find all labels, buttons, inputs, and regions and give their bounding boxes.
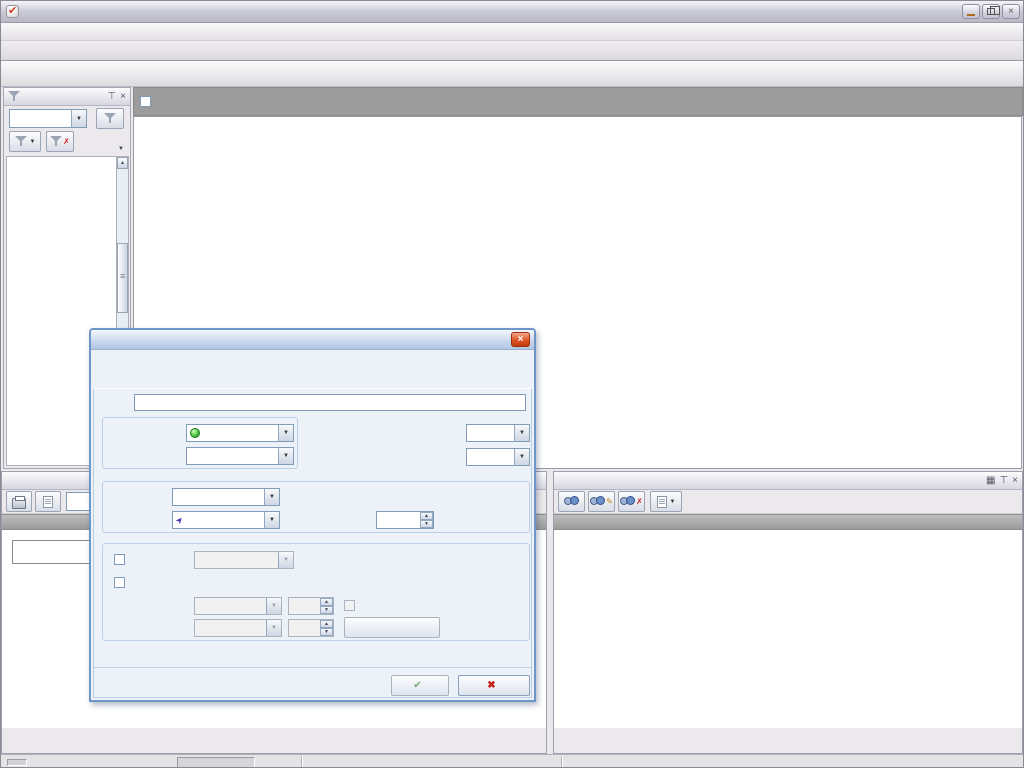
- scrollbar-thumb[interactable]: [117, 243, 128, 313]
- view-tabs: [1, 41, 1024, 61]
- task-group-combobox[interactable]: ▼: [186, 447, 294, 465]
- window-mode-icon[interactable]: ▦: [986, 475, 995, 486]
- resource-task-caption: [554, 514, 1022, 530]
- minimize-button[interactable]: [962, 4, 980, 19]
- all-day-checkbox[interactable]: [344, 600, 355, 611]
- task-name-input[interactable]: [134, 394, 526, 411]
- status-bar: [1, 754, 1024, 768]
- print-preview-button[interactable]: [35, 491, 61, 512]
- complete-spinner[interactable]: ▲▼: [376, 511, 434, 529]
- main-toolbar: [1, 61, 1024, 87]
- edit-resource-button[interactable]: ✎: [588, 491, 615, 512]
- chevron-down-icon[interactable]: ▼: [71, 110, 86, 127]
- actual-time-combobox[interactable]: ▼: [466, 448, 530, 466]
- more-filters-icon[interactable]: ▼: [118, 146, 124, 152]
- cancel-button[interactable]: ✖: [458, 675, 530, 696]
- resource-assignment-panel: ▦ ⊤ × ✎ ✗ ▼: [553, 471, 1023, 754]
- workflow-combobox[interactable]: ▼: [172, 488, 280, 506]
- scroll-up-icon[interactable]: ▲: [117, 157, 128, 169]
- remove-resource-button[interactable]: ✗: [618, 491, 645, 512]
- finish-time-spinner[interactable]: ▲▼: [288, 619, 334, 637]
- due-date-checkbox[interactable]: [114, 554, 125, 565]
- list-icon: [657, 496, 667, 508]
- apply-filter-button[interactable]: [96, 108, 124, 129]
- dialog-title-bar: ×: [91, 330, 534, 350]
- datetime-checkbox[interactable]: [114, 577, 125, 588]
- current-filter-checkbox[interactable]: [140, 96, 151, 107]
- dialog-close-button[interactable]: ×: [511, 332, 530, 347]
- current-filter-bar: [133, 87, 1023, 116]
- print-button[interactable]: [6, 491, 32, 512]
- printer-icon: [12, 498, 26, 509]
- save-filter-button[interactable]: ▼: [9, 131, 41, 152]
- estimated-time-combobox[interactable]: ▼: [466, 424, 530, 442]
- progress-indicator: [177, 757, 255, 768]
- page-icon: [43, 496, 53, 508]
- edit-task-dialog: × ▼ ▼ ▼: [89, 328, 536, 702]
- close-panel-icon[interactable]: ×: [1012, 475, 1018, 486]
- due-date-combobox[interactable]: ▼: [194, 551, 294, 569]
- people-icon: [590, 496, 605, 507]
- status-grip: [7, 759, 27, 766]
- restore-button[interactable]: [982, 4, 1000, 19]
- pin-icon[interactable]: ⊤: [999, 475, 1008, 486]
- filter-preset-combobox[interactable]: ▼: [9, 109, 87, 128]
- menu-bar: [1, 23, 1024, 41]
- start-time-spinner[interactable]: ▲▼: [288, 597, 334, 615]
- close-button[interactable]: ×: [1002, 4, 1020, 19]
- x-icon: ✖: [487, 680, 495, 691]
- resource-table: [554, 530, 1022, 728]
- dialog-body: ▼ ▼ ▼ ▼ ▼ ➤ ▼: [93, 388, 532, 698]
- close-panel-icon[interactable]: ×: [120, 91, 126, 102]
- assign-resource-button[interactable]: [558, 491, 585, 512]
- pin-icon[interactable]: ⊤: [107, 91, 116, 102]
- app-window: × ⊤ × ▼ ▼ ✗ ▼ ▲: [0, 0, 1024, 768]
- clear-filter-button[interactable]: ✗: [46, 131, 74, 152]
- finish-date-combobox[interactable]: ▼: [194, 619, 282, 637]
- people-icon: [564, 496, 579, 507]
- start-date-combobox[interactable]: ▼: [194, 597, 282, 615]
- filter-funnel-icon: [8, 91, 20, 102]
- priority-combobox[interactable]: ▼: [186, 424, 294, 442]
- check-icon: ✔: [413, 680, 421, 691]
- ok-button[interactable]: ✔: [391, 675, 449, 696]
- recurrence-button[interactable]: [344, 617, 440, 638]
- app-icon: [6, 5, 19, 18]
- people-icon: [620, 496, 635, 507]
- priority-normal-icon: [190, 428, 200, 438]
- resource-list-button[interactable]: ▼: [650, 491, 682, 512]
- draft-status-icon: ➤: [173, 514, 186, 527]
- title-bar: ×: [1, 1, 1024, 23]
- status-combobox[interactable]: ➤ ▼: [172, 511, 280, 529]
